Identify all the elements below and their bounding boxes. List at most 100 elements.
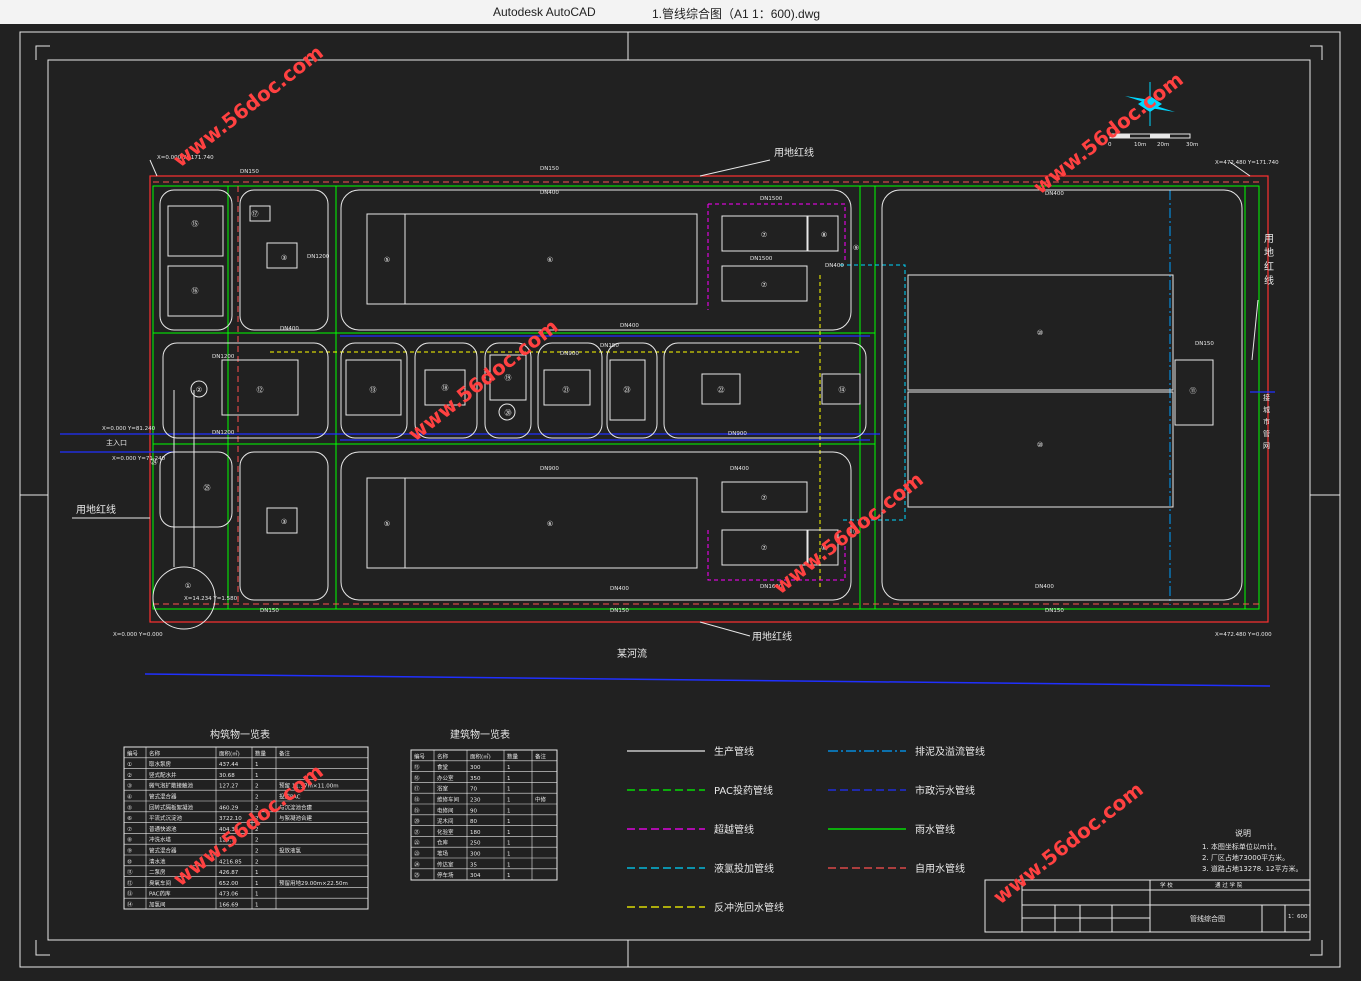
table-cell: 1 [255, 881, 259, 887]
svg-text:DN1200: DN1200 [212, 430, 235, 436]
svg-text:⑰: ⑰ [252, 210, 259, 218]
table-cell: 浴室 [437, 785, 449, 793]
file-title: 1.管线综合图（A1 1：600).dwg [652, 7, 821, 21]
svg-text:通 过 学 院: 通 过 学 院 [1215, 881, 1243, 889]
svg-text:DN400: DN400 [620, 323, 639, 329]
drawing-canvas[interactable]: ⑮⑯⑰ ③③⑤⑤ ⑥⑥⑦⑧ ⑦⑦⑦⑧ ⑫⑬⑱⑲ ⑳㉑㉓㉒ ⑭⑩⑩⑪ ㉕①②㉔ ⑨… [0, 24, 1361, 981]
drawing-name: 管线综合图 [1190, 914, 1225, 923]
table-cell: 1 [507, 819, 511, 825]
table-cell: 1 [507, 776, 511, 782]
window-titlebar: Autodesk AutoCAD 1.管线综合图（A1 1：600).dwg [0, 0, 1361, 24]
svg-text:DN1200: DN1200 [307, 254, 330, 260]
svg-text:⑦: ⑦ [761, 281, 767, 289]
svg-text:30m: 30m [1186, 142, 1198, 148]
table-cell: 与絮凝池合建 [279, 814, 313, 822]
svg-text:X=472.480 Y=171.740: X=472.480 Y=171.740 [1215, 160, 1279, 166]
svg-text:⑨: ⑨ [853, 244, 859, 252]
table-cell: 304 [470, 873, 481, 879]
svg-text:③: ③ [281, 254, 287, 262]
svg-text:DN1200: DN1200 [212, 354, 235, 360]
svg-text:①: ① [185, 582, 191, 590]
svg-text:⑤: ⑤ [384, 256, 390, 264]
river-line [144, 673, 1271, 687]
svg-text:⑧: ⑧ [821, 231, 827, 239]
table-cell: ⑩ [127, 858, 132, 865]
svg-text:1：600: 1：600 [1288, 914, 1308, 920]
table-cell: 2 [255, 784, 259, 790]
table-cell: ⑭ [127, 901, 133, 909]
table-cell: ⑬ [127, 890, 133, 898]
svg-text:⑦: ⑦ [761, 231, 767, 239]
svg-text:DN400: DN400 [540, 190, 559, 196]
svg-text:⑳: ⑳ [505, 409, 512, 417]
table-cell: 仓库 [437, 839, 449, 847]
legend-label: 液氯投加管线 [714, 862, 774, 875]
table-cell: ㉒ [414, 839, 420, 847]
svg-text:X=472.480 Y=0.000: X=472.480 Y=0.000 [1215, 632, 1272, 638]
sewer-connect-label: 接 城 市 管 网 [1263, 393, 1270, 450]
svg-text:10m: 10m [1134, 142, 1146, 148]
svg-text:说明: 说明 [1235, 828, 1251, 838]
table-header-cell: 数量 [507, 752, 519, 760]
svg-text:⑩: ⑩ [1037, 441, 1043, 449]
table-cell: 2 [255, 838, 259, 844]
table-cell: 二泵房 [149, 868, 166, 876]
svg-text:DN400: DN400 [825, 263, 844, 269]
main-entrance-label: 主入口 [106, 438, 127, 447]
title-block [984, 879, 1311, 933]
svg-text:③: ③ [281, 518, 287, 526]
table-cell: 清水池 [149, 857, 166, 865]
svg-text:DN900: DN900 [560, 351, 579, 357]
table-cell: PAC药库 [149, 890, 171, 898]
watermark: www.56doc.com www.56doc.com www.56doc.co… [168, 40, 1187, 909]
svg-text:DN150: DN150 [1195, 341, 1214, 347]
table-cell: 300 [470, 852, 481, 858]
table-cell: ㉔ [414, 860, 420, 868]
table-cell: ⑤ [127, 805, 132, 811]
table-cell: 2 [255, 859, 259, 865]
cad-drawing[interactable]: ⑮⑯⑰ ③③⑤⑤ ⑥⑥⑦ ⑧ ⑦⑦⑦ ⑧ ⑫ ⑬ ⑱⑲ ⑳㉑㉓㉒ ⑭⑩⑩⑪ ㉕①②㉔ ⑨… [0, 24, 1361, 981]
table-cell: 437.44 [219, 762, 239, 768]
table-cell: ⑲ [414, 806, 420, 814]
table-cell: 1 [255, 892, 259, 898]
table-cell: 1 [255, 762, 259, 768]
legend-label: 自用水管线 [915, 862, 965, 875]
table-cell: 平流式沉淀池 [149, 814, 183, 822]
table-cell: 1 [507, 787, 511, 793]
table-cell: 1 [507, 841, 511, 847]
table-cell: 加氯间 [149, 901, 166, 909]
red-line-label-left: 用地红线 [76, 503, 116, 516]
table-cell: 中修 [535, 796, 547, 804]
svg-text:⑭: ⑭ [839, 386, 846, 394]
table-cell: ⑪ [127, 868, 133, 876]
svg-text:www.56doc.com: www.56doc.com [168, 759, 327, 891]
buildings-table: 建筑物一览表 编号 名称 面积(㎡) 数量 备注 ⑮ 食堂 300 1 ⑯ 办公室 350 1 ⑰ 浴室 70… [410, 728, 558, 881]
notes: 说明 1. 本图坐标单位以m计。 2. 厂区占地73000平方米。 3. 道路占… [1202, 828, 1303, 873]
table-header-cell: 编号 [414, 752, 426, 760]
svg-text:⑯: ⑯ [192, 287, 199, 295]
table-cell: 1 [507, 830, 511, 836]
table-cell: ㉑ [414, 828, 420, 836]
property-red-line [149, 175, 1269, 623]
legend-label: PAC投药管线 [714, 784, 773, 797]
table-cell: 473.06 [219, 892, 239, 898]
table-cell: 300 [470, 765, 481, 771]
svg-text:红: 红 [1264, 260, 1274, 273]
table-cell: 电修间 [437, 806, 454, 814]
table-cell: 1 [255, 773, 259, 779]
svg-text:www.56doc.com: www.56doc.com [403, 314, 562, 446]
table-cell: 2 [255, 795, 259, 801]
svg-text:X=0.000 Y=71.240: X=0.000 Y=71.240 [112, 456, 166, 462]
table-cell: ⑰ [414, 785, 420, 793]
svg-text:⑥: ⑥ [547, 256, 553, 264]
pipe-label: DN150 [240, 169, 259, 175]
table-header-cell: 面积(㎡) [219, 749, 240, 757]
table-cell: 传达室 [437, 860, 454, 868]
table-cell: 停车场 [437, 871, 454, 879]
svg-text:接: 接 [1263, 393, 1270, 402]
svg-text:DN400: DN400 [730, 466, 749, 472]
svg-text:线: 线 [1264, 274, 1274, 287]
table-header-cell: 面积(㎡) [470, 752, 491, 760]
table-cell: 1 [507, 808, 511, 814]
svg-text:X=0.000 Y=81.240: X=0.000 Y=81.240 [102, 426, 156, 432]
